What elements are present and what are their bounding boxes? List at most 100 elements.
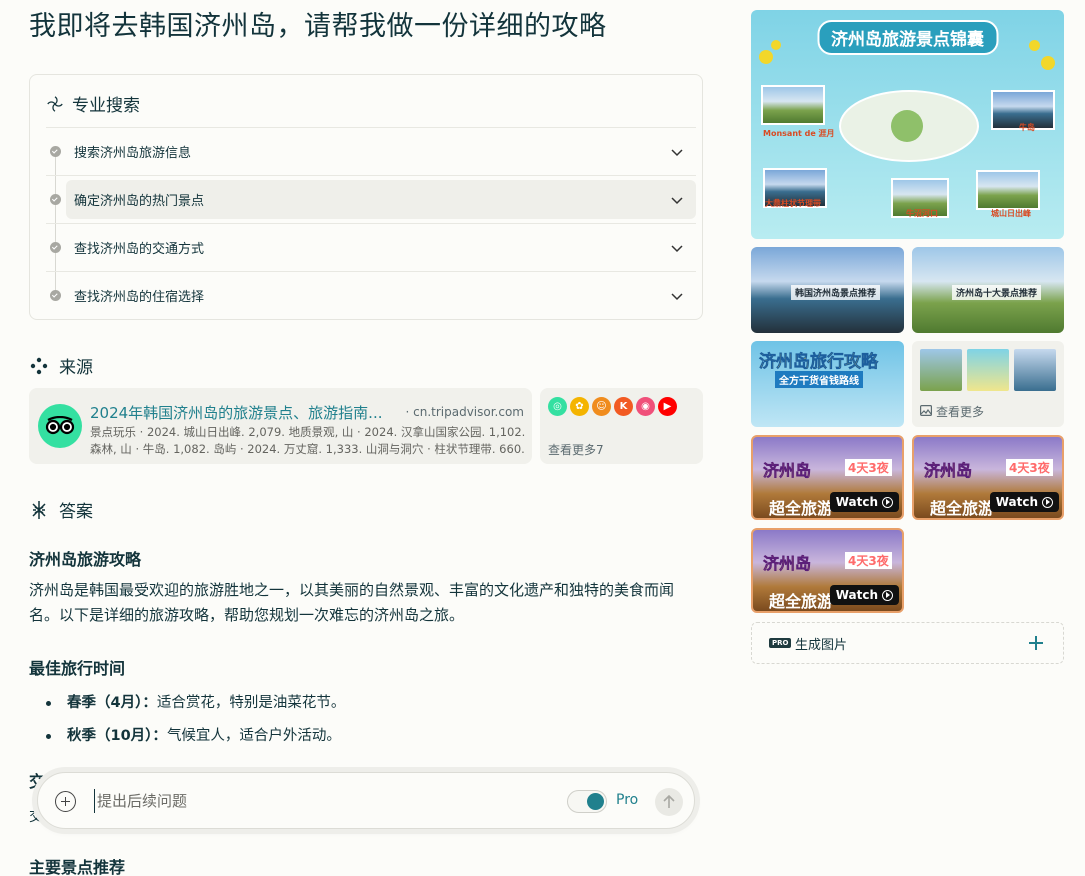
mini-thumbnail bbox=[920, 349, 962, 391]
qyer-favicon-icon: ◉ bbox=[636, 397, 655, 416]
flower-decoration bbox=[771, 40, 781, 50]
pro-badge: PRO bbox=[769, 638, 792, 648]
watch-button[interactable]: Watch bbox=[829, 585, 899, 605]
mini-thumbnail bbox=[1014, 349, 1056, 391]
search-step-label: 查找济州岛的住宿选择 bbox=[74, 290, 205, 305]
video-subtitle: 超全旅游 bbox=[769, 499, 834, 518]
sources-header: 来源 bbox=[29, 353, 93, 378]
pinwheel-favicon-icon: ✿ bbox=[570, 397, 589, 416]
watch-button[interactable]: Watch bbox=[829, 492, 899, 512]
source-title-link[interactable]: 2024年韩国济州岛的旅游景点、旅游指南... bbox=[90, 402, 382, 423]
youtube-favicon-icon: ▶ bbox=[658, 397, 677, 416]
pro-toggle[interactable] bbox=[567, 790, 607, 813]
answer-title: 答案 bbox=[59, 502, 93, 522]
video-days: 4天3夜 bbox=[1006, 459, 1053, 476]
more-sources-card[interactable]: ◎ ✿ ☺ K ◉ ▶ 查看更多7 bbox=[540, 388, 703, 464]
play-icon bbox=[1042, 496, 1053, 508]
check-icon bbox=[50, 146, 61, 157]
video-days: 4天3夜 bbox=[845, 459, 892, 476]
flower-decoration bbox=[1041, 56, 1055, 70]
plus-icon[interactable] bbox=[1029, 636, 1043, 650]
tripadvisor-favicon-icon: ◎ bbox=[548, 397, 567, 416]
search-step[interactable]: 搜索济州岛旅游信息 bbox=[46, 127, 696, 175]
chevron-down-icon[interactable] bbox=[670, 241, 684, 255]
image-thumbnail[interactable]: 韩国济州岛景点推荐 bbox=[751, 247, 904, 333]
attractions-heading: 主要景点推荐 bbox=[29, 858, 126, 876]
answer-intro: 济州岛是韩国最受欢迎的旅游胜地之一，以其美丽的自然景观、丰富的文化遗产和独特的美… bbox=[29, 581, 675, 624]
pro-search-title: 专业搜索 bbox=[72, 96, 140, 116]
search-steps: 搜索济州岛旅游信息 确定济州岛的热门景点 查找济州岛的交通方式 查找济州岛的住宿… bbox=[46, 127, 696, 319]
best-time-heading: 最佳旅行时间 bbox=[29, 659, 126, 678]
image-thumbnail[interactable]: 济州岛旅行攻略 全方干货省钱路线 bbox=[751, 341, 904, 427]
map-title: 济州岛旅游景点锦囊 bbox=[817, 20, 998, 55]
chevron-down-icon[interactable] bbox=[670, 193, 684, 207]
image-thumbnail[interactable]: 济州岛十大景点推荐 bbox=[912, 247, 1064, 333]
season-desc: 适合赏花，特别是油菜花节。 bbox=[156, 695, 346, 711]
generate-image-button[interactable]: PRO 生成图片 bbox=[751, 622, 1064, 664]
flower-decoration bbox=[759, 50, 773, 64]
spot-caption: 城山日出峰 bbox=[991, 209, 1031, 218]
answer-heading: 济州岛旅游攻略 bbox=[29, 550, 142, 569]
sources-icon bbox=[30, 357, 48, 374]
answer-icon bbox=[32, 500, 46, 519]
best-time-list: 春季（4月）：适合赏花，特别是油菜花节。 秋季（10月）：气候宜人，适合户外活动… bbox=[45, 687, 345, 753]
season-label: 春季（4月）： bbox=[67, 695, 157, 711]
season-desc: 气候宜人，适合户外活动。 bbox=[166, 728, 341, 744]
check-icon bbox=[50, 290, 61, 301]
sources-title: 来源 bbox=[59, 358, 93, 378]
video-thumbnail[interactable]: 济州岛 4天3夜 超全旅游 Watch bbox=[751, 435, 904, 520]
view-more-sources[interactable]: 查看更多7 bbox=[548, 441, 604, 458]
jeju-map-image[interactable]: 济州岛旅游景点锦囊 Monsant de 涯月 牛岛 大鼎柱状节理带 牛沼河口 … bbox=[751, 10, 1064, 239]
search-step[interactable]: 查找济州岛的交通方式 bbox=[46, 223, 696, 271]
video-thumbnail[interactable]: 济州岛 4天3夜 超全旅游 Watch bbox=[751, 528, 904, 613]
spot-photo bbox=[761, 85, 825, 125]
chevron-down-icon[interactable] bbox=[670, 289, 684, 303]
spot-caption: 牛沼河口 bbox=[906, 209, 938, 218]
check-icon bbox=[50, 242, 61, 253]
query-title: 我即将去韩国济州岛，请帮我做一份详细的攻略 bbox=[29, 11, 607, 42]
list-item: 春季（4月）：适合赏花，特别是油菜花节。 bbox=[45, 687, 345, 720]
source-favicons: ◎ ✿ ☺ K ◉ ▶ bbox=[548, 397, 677, 416]
watch-label: Watch bbox=[835, 495, 878, 509]
watch-label: Watch bbox=[835, 588, 878, 602]
attach-plus-icon[interactable] bbox=[55, 791, 76, 812]
search-step-label: 搜索济州岛旅游信息 bbox=[74, 146, 192, 161]
toggle-knob bbox=[587, 793, 604, 810]
spot-caption: Monsant de 涯月 bbox=[763, 129, 835, 138]
generate-image-label: 生成图片 bbox=[795, 638, 848, 653]
play-icon bbox=[882, 589, 893, 601]
flower-decoration bbox=[1029, 40, 1040, 51]
play-icon bbox=[882, 496, 893, 508]
watch-button[interactable]: Watch bbox=[989, 492, 1059, 512]
hallasan-mark bbox=[891, 110, 923, 142]
followup-input[interactable] bbox=[94, 789, 534, 813]
k-favicon-icon: K bbox=[614, 397, 633, 416]
image-subcaption: 全方干货省钱路线 bbox=[775, 371, 863, 388]
search-step[interactable]: 确定济州岛的热门景点 bbox=[46, 175, 696, 223]
followup-bar: Pro bbox=[37, 772, 695, 829]
pro-search-icon bbox=[47, 95, 63, 112]
search-step[interactable]: 查找济州岛的住宿选择 bbox=[46, 271, 696, 319]
spot-caption: 大鼎柱状节理带 bbox=[765, 199, 821, 208]
video-title: 济州岛 bbox=[763, 554, 812, 574]
spot-photo bbox=[976, 170, 1040, 210]
pro-search-header: 专业搜索 bbox=[46, 91, 140, 116]
image-icon bbox=[920, 405, 932, 416]
video-subtitle: 超全旅游 bbox=[769, 592, 834, 611]
list-item: 秋季（10月）：气候宜人，适合户外活动。 bbox=[45, 720, 345, 753]
season-label: 秋季（10月）： bbox=[67, 728, 167, 744]
send-button[interactable] bbox=[655, 788, 683, 816]
watch-label: Watch bbox=[995, 495, 1038, 509]
search-step-label: 确定济州岛的热门景点 bbox=[74, 194, 205, 209]
video-title: 济州岛 bbox=[924, 461, 973, 481]
image-caption: 济州岛十大景点推荐 bbox=[952, 285, 1042, 300]
image-caption: 济州岛旅行攻略 bbox=[759, 352, 879, 373]
tripadvisor-logo-icon bbox=[38, 404, 82, 448]
view-more-images[interactable]: 查看更多 bbox=[912, 341, 1064, 427]
mini-thumbnail bbox=[967, 349, 1009, 391]
video-thumbnail[interactable]: 济州岛 4天3夜 超全旅游 Watch bbox=[912, 435, 1064, 520]
source-snippet: 景点玩乐 · 2024. 城山日出峰. 2,079. 地质景观, 山 · 202… bbox=[90, 425, 526, 456]
video-subtitle: 超全旅游 bbox=[930, 499, 995, 518]
chevron-down-icon[interactable] bbox=[670, 145, 684, 159]
source-card[interactable]: 2024年韩国济州岛的旅游景点、旅游指南... · cn.tripadvisor… bbox=[29, 388, 532, 464]
